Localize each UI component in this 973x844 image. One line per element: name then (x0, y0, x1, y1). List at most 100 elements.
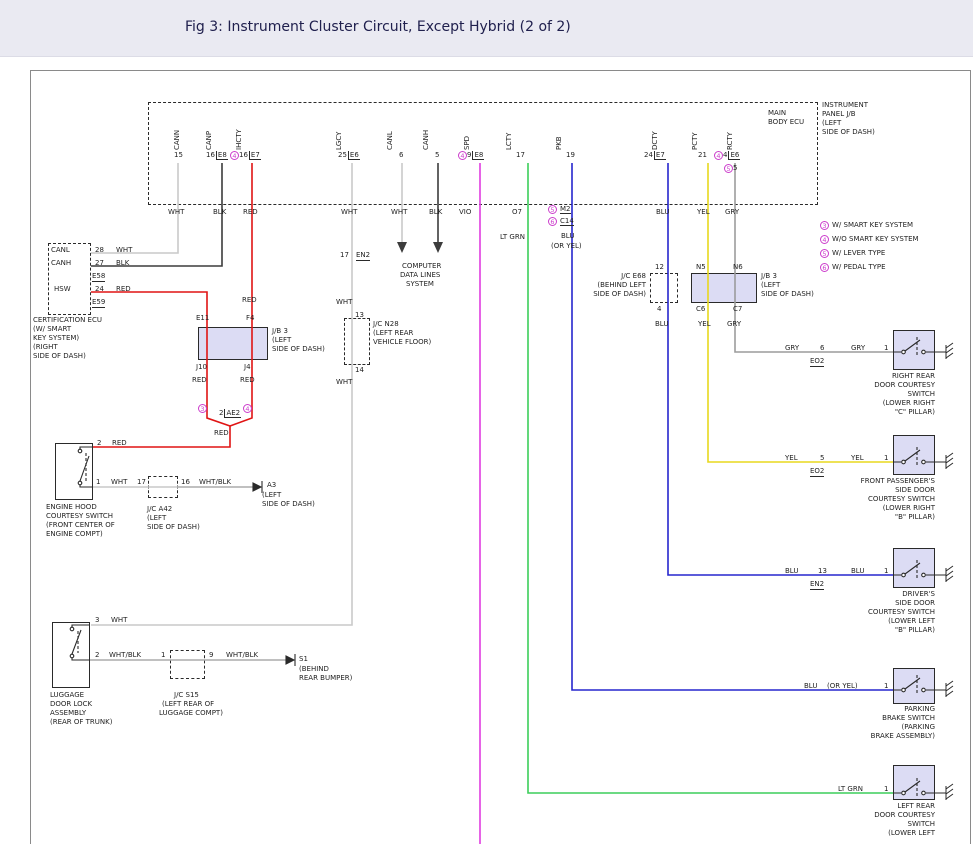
n28-wire-bottom: WHT (336, 378, 352, 387)
e68-caption-3: SIDE OF DASH) (593, 290, 646, 299)
wire-color-cann: WHT (168, 208, 184, 217)
jb3-wire-red: RED (242, 296, 257, 305)
luggage-caption-2: DOOR LOCK (50, 700, 92, 709)
luggage-wire-wht: WHT (111, 616, 127, 625)
wire-canp-blk (91, 163, 222, 266)
s15-pin-in: 1 (161, 651, 165, 660)
sw2-caption-1: DRIVER'S (902, 590, 935, 599)
sw1-wire2: YEL (851, 454, 864, 463)
jb3-left-caption-1: J/B 3 (272, 327, 288, 336)
jb3r-wire-gry: GRY (727, 320, 741, 329)
data-lines-caption-3: SYSTEM (406, 280, 434, 289)
sw3-wire1: BLU (804, 682, 817, 691)
sw2-connector: EN2 (810, 580, 824, 590)
merge-badge-wo-smart: 4 (243, 404, 252, 413)
e68-pin-4: 4 (657, 305, 661, 314)
a42-pin-out: 16 (181, 478, 190, 487)
signal-cann: CANN (173, 130, 182, 150)
sw3-wire1b: (OR YEL) (827, 682, 858, 691)
cert-pin-28: 28 (95, 246, 104, 255)
sw2-wire2: BLU (851, 567, 864, 576)
hood-pin-1: 1 (96, 478, 100, 487)
sw0-caption-3: SWITCH (908, 390, 935, 399)
signal-pcty: PCTY (691, 132, 700, 150)
jb3-wire-red-left: RED (192, 376, 207, 385)
s15-caption-3: LUGGAGE COMPT) (159, 709, 223, 718)
cert-wire-wht: WHT (116, 246, 132, 255)
s15-pin-out: 9 (209, 651, 213, 660)
sw1-wire1: YEL (785, 454, 798, 463)
legend-item-lever-type: 5W/ LEVER TYPE (820, 249, 885, 258)
jb3-pin-f4: F4 (246, 314, 254, 323)
right-rear-door-switch-symbol (893, 337, 935, 355)
connector: E7 (654, 151, 666, 160)
a42-pin-in: 17 (137, 478, 146, 487)
sw1-connector: EO2 (810, 467, 824, 477)
s1-dest-1: S1 (299, 655, 308, 664)
pkb-pedal-connector: 6C14 (548, 217, 574, 226)
hood-wire-wht: WHT (111, 478, 127, 487)
main-ecu-name-2: BODY ECU (768, 118, 804, 127)
legend-badge: 6 (820, 263, 829, 272)
wire-color-rcty: GRY (725, 208, 739, 217)
jb3r-caption-2: (LEFT (761, 281, 780, 290)
signal-canl: CANL (386, 131, 395, 150)
connector: E7 (249, 151, 261, 160)
left-rear-door-switch-symbol (893, 778, 935, 796)
n28-wire-top: WHT (336, 298, 352, 307)
ecu-pin-pkb: 19 (566, 151, 575, 160)
merge-wire-red: RED (214, 429, 229, 438)
e68-caption-1: J/C E68 (621, 272, 646, 281)
n28-pin-13: 13 (355, 311, 364, 320)
sw3-caption-3: (PARKING (902, 723, 935, 732)
ecu-pin-rcty-alt: 55 (724, 164, 737, 173)
cert-connector-e58: E58 (92, 272, 105, 282)
luggage-caption-3: ASSEMBLY (50, 709, 86, 718)
signal-pkb: PKB (555, 136, 564, 150)
e68-pin-12: 12 (655, 263, 664, 272)
pin: 16 (206, 151, 215, 159)
e68-caption-2: (BEHIND LEFT (597, 281, 646, 290)
ecu-pin-ihcty: 416E7 (230, 151, 261, 160)
ecu-pin-pcty: 21 (698, 151, 707, 160)
s1-dest-2: (BEHIND (299, 665, 329, 674)
wire-label-lcty: O7 (512, 208, 522, 217)
sw4-caption-3: SWITCH (908, 820, 935, 829)
variant-badge: 6 (548, 217, 557, 226)
sw0-pin-a: 6 (820, 344, 824, 353)
main-ecu-name-1: MAIN (768, 109, 786, 118)
sw1-caption-5: "B" PILLAR) (895, 513, 935, 522)
legend-item-wo-smart-key: 4W/O SMART KEY SYSTEM (820, 235, 919, 244)
cert-connector-e59: E59 (92, 298, 105, 308)
a42-caption-2: (LEFT (147, 514, 166, 523)
legend-badge: 4 (820, 235, 829, 244)
pin: 4 (723, 151, 727, 159)
connector: C14 (560, 217, 574, 226)
pin: 9 (467, 151, 471, 159)
sw1-caption-2: SIDE DOOR (895, 486, 935, 495)
sw1-pin-a: 5 (820, 454, 824, 463)
sw2-caption-2: SIDE DOOR (895, 599, 935, 608)
legend-badge: 3 (820, 221, 829, 230)
ecu-pin-rcty: 44E6 (714, 151, 740, 160)
sw1-caption-3: COURTESY SWITCH (868, 495, 935, 504)
n28-caption-1: J/C N28 (373, 320, 399, 329)
hood-caption-4: ENGINE COMPT) (46, 530, 103, 539)
instrument-panel-note-3: (LEFT (822, 119, 841, 128)
jb3r-caption-3: SIDE OF DASH) (761, 290, 814, 299)
legend-text: W/O SMART KEY SYSTEM (832, 235, 919, 243)
ground-symbols (935, 343, 953, 800)
data-lines-caption-2: DATA LINES (400, 271, 440, 280)
sw0-caption-5: "C" PILLAR) (895, 408, 935, 417)
sw1-caption-1: FRONT PASSENGER'S (861, 477, 935, 486)
ecu-pin-canl: 6 (399, 151, 403, 160)
jb3-pin-j4: J4 (244, 363, 251, 372)
sw4-caption-2: DOOR COURTESY (874, 811, 935, 820)
cert-pin-27: 27 (95, 259, 104, 268)
pin: 16 (239, 151, 248, 159)
sw3-pin-b: 1 (884, 682, 888, 691)
luggage-caption-4: (REAR OF TRUNK) (50, 718, 112, 727)
cert-wire-red: RED (116, 285, 131, 294)
pin: 19 (566, 151, 575, 159)
sw1-pin-b: 1 (884, 454, 888, 463)
